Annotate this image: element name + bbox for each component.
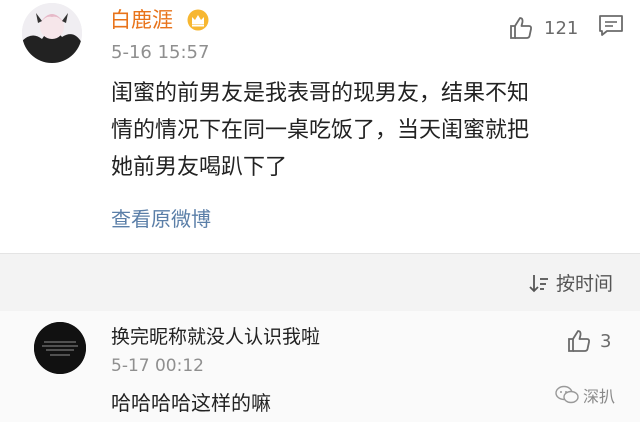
- like-count: 121: [544, 17, 579, 39]
- watermark-label: 深扒: [583, 387, 616, 406]
- username[interactable]: 白鹿涯: [110, 8, 173, 32]
- comment-icon[interactable]: [598, 14, 624, 38]
- wechat-icon: [555, 385, 579, 404]
- like-button[interactable]: 121: [508, 14, 578, 42]
- timestamp: 5-16 15:57: [111, 42, 210, 63]
- sort-icon: [529, 274, 548, 292]
- avatar[interactable]: [22, 3, 82, 63]
- thumbs-up-icon: [568, 330, 590, 352]
- crown-badge-icon[interactable]: [186, 9, 210, 31]
- comment-line: 她前男友喝趴下了: [111, 155, 288, 180]
- reply-username[interactable]: 换完昵称就没人认识我啦: [111, 325, 320, 349]
- reply-like-button[interactable]: 3: [566, 328, 611, 354]
- reply-timestamp: 5-17 00:12: [111, 356, 204, 376]
- comment-line: 情的情况下在同一桌吃饭了，当天闺蜜就把: [111, 118, 530, 143]
- reply-avatar[interactable]: [34, 322, 86, 374]
- reply-like-count: 3: [600, 330, 612, 352]
- reply-text: 哈哈哈哈这样的嘛: [111, 391, 271, 415]
- thumbs-up-icon: [510, 17, 532, 39]
- watermark: 深扒: [555, 383, 615, 407]
- comment-text: 闺蜜的前男友是我表哥的现男友，结果不知 情的情况下在同一桌吃饭了，当天闺蜜就把 …: [111, 75, 631, 186]
- view-original-link[interactable]: 查看原微博: [111, 206, 211, 232]
- avatar-dark-icon: [34, 322, 86, 374]
- comment-line: 闺蜜的前男友是我表哥的现男友，结果不知: [111, 81, 530, 106]
- sort-label: 按时间: [556, 273, 614, 295]
- sort-by-time-button[interactable]: 按时间: [528, 269, 613, 296]
- avatar-illustration-icon: [22, 3, 82, 63]
